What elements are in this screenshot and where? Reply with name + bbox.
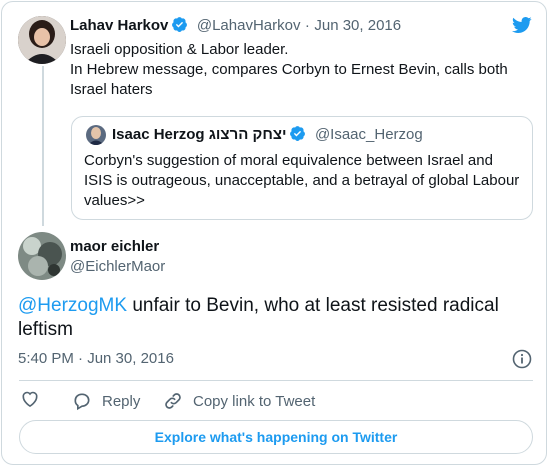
- reply-handle[interactable]: @EichlerMaor: [70, 258, 165, 275]
- reply-text-line: unfair to Bevin, who at least resisted r…: [127, 295, 499, 316]
- parent-date-sep: ·: [304, 17, 310, 34]
- reply-author: maor eichler @EichlerMaor: [70, 238, 165, 275]
- explore-label: Explore what's happening on Twitter: [154, 429, 398, 445]
- avatar-image: [18, 16, 66, 64]
- twitter-bird-icon[interactable]: [511, 15, 533, 40]
- quote-text-line: values>>: [84, 192, 145, 209]
- tweet-card: Lahav Harkov @LahavHarkov · Jun 30, 2016…: [1, 1, 547, 465]
- reply-button[interactable]: Reply: [72, 390, 140, 412]
- verified-badge-icon: [171, 16, 188, 38]
- like-button[interactable]: [20, 390, 40, 412]
- reply-author-name[interactable]: maor eichler: [70, 238, 165, 255]
- heart-icon: [20, 389, 40, 413]
- parent-text-line: Israel haters: [70, 81, 153, 98]
- tweet-timestamp[interactable]: 5:40 PM · Jun 30, 2016: [18, 350, 174, 367]
- parent-tweet-text: Israeli opposition & Labor leader. In He…: [70, 40, 508, 100]
- quote-handle: @Isaac_Herzog: [314, 126, 423, 143]
- quote-header: Isaac Herzog יצחק הרצוג @Isaac_Herzog: [112, 125, 423, 147]
- parent-text-line: In Hebrew message, compares Corbyn to Er…: [70, 61, 508, 78]
- quote-text-line: ISIS is outrageous, unacceptable, and a …: [84, 172, 520, 189]
- divider: [19, 380, 533, 381]
- parent-author-name[interactable]: Lahav Harkov: [70, 17, 168, 34]
- parent-date[interactable]: Jun 30, 2016: [314, 17, 401, 34]
- quote-author-name: Isaac Herzog יצחק הרצוג: [112, 126, 287, 143]
- quote-avatar-image: [86, 125, 106, 145]
- info-icon[interactable]: [512, 349, 532, 374]
- copy-link-button[interactable]: Copy link to Tweet: [163, 390, 315, 412]
- mention-link[interactable]: @HerzogMK: [18, 295, 127, 316]
- reply-tweet-text: @HerzogMK unfair to Bevin, who at least …: [18, 294, 499, 342]
- reply-avatar-image: [18, 232, 66, 280]
- reply-avatar[interactable]: [18, 232, 66, 280]
- parent-avatar[interactable]: [18, 16, 66, 64]
- quoted-tweet[interactable]: Isaac Herzog יצחק הרצוג @Isaac_Herzog Co…: [71, 116, 533, 220]
- quote-avatar: [86, 125, 106, 145]
- copy-link-label: Copy link to Tweet: [193, 392, 316, 410]
- quote-text: Corbyn's suggestion of moral equivalence…: [84, 151, 519, 211]
- parent-handle[interactable]: @LahavHarkov: [197, 17, 301, 34]
- parent-header: Lahav Harkov @LahavHarkov · Jun 30, 2016: [70, 16, 401, 38]
- reply-text-line: leftism: [18, 319, 73, 340]
- reply-bubble-icon: [72, 391, 92, 411]
- explore-button[interactable]: Explore what's happening on Twitter: [19, 420, 533, 454]
- quote-text-line: Corbyn's suggestion of moral equivalence…: [84, 152, 493, 169]
- thread-connector: [42, 66, 44, 226]
- verified-badge-icon: [289, 125, 306, 147]
- reply-label: Reply: [102, 392, 141, 410]
- link-icon: [163, 391, 183, 411]
- parent-text-line: Israeli opposition & Labor leader.: [70, 41, 289, 58]
